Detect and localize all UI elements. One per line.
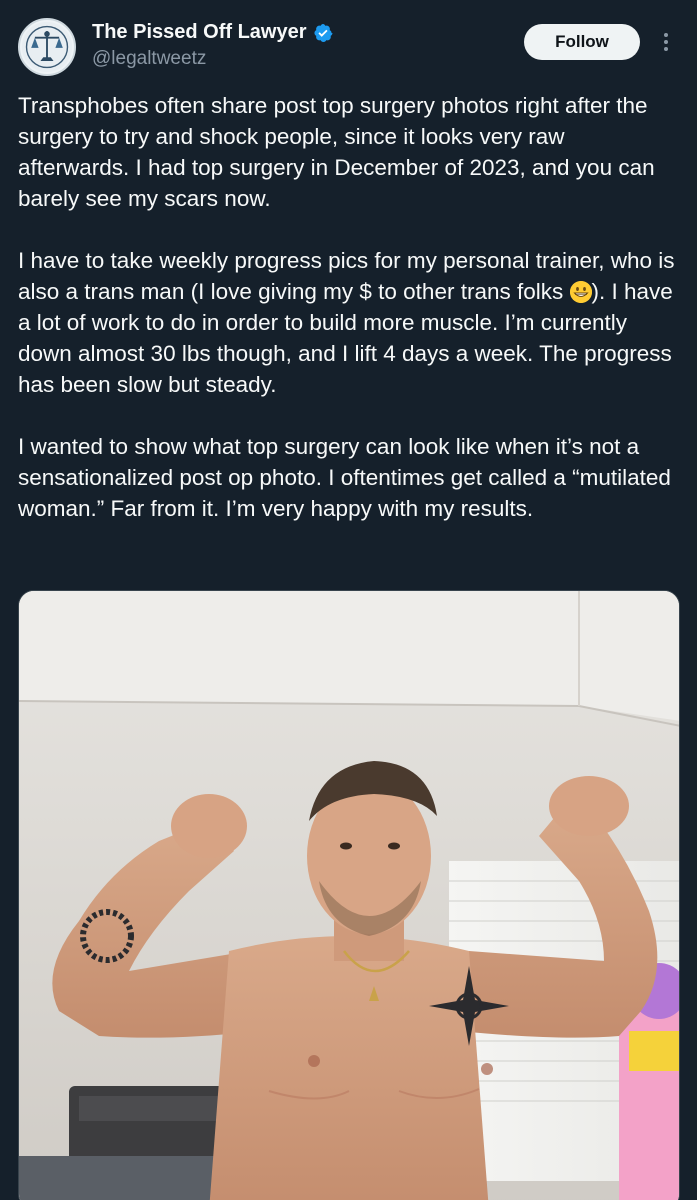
tweet-photo[interactable]	[18, 590, 680, 1200]
grinning-face-emoji-icon	[569, 281, 592, 303]
more-options-icon[interactable]	[654, 30, 678, 54]
follow-button[interactable]: Follow	[524, 24, 640, 60]
justice-scales-icon	[21, 21, 73, 73]
display-name[interactable]: The Pissed Off Lawyer	[92, 21, 333, 44]
tweet-paragraph-1: Transphobes often share post top surgery…	[18, 93, 655, 211]
verified-badge-icon	[313, 23, 332, 42]
avatar[interactable]	[18, 18, 76, 76]
gym-selfie-photo	[19, 591, 679, 1200]
tweet-text: Transphobes often share post top surgery…	[18, 90, 680, 524]
tweet-card: The Pissed Off Lawyer @legaltweetz Follo…	[0, 0, 697, 1200]
display-name-text: The Pissed Off Lawyer	[92, 21, 307, 43]
tweet-paragraph-2: I have to take weekly progress pics for …	[18, 245, 680, 400]
user-handle[interactable]: @legaltweetz	[92, 48, 206, 70]
tweet-paragraph-3: I wanted to show what top surgery can lo…	[18, 434, 671, 521]
